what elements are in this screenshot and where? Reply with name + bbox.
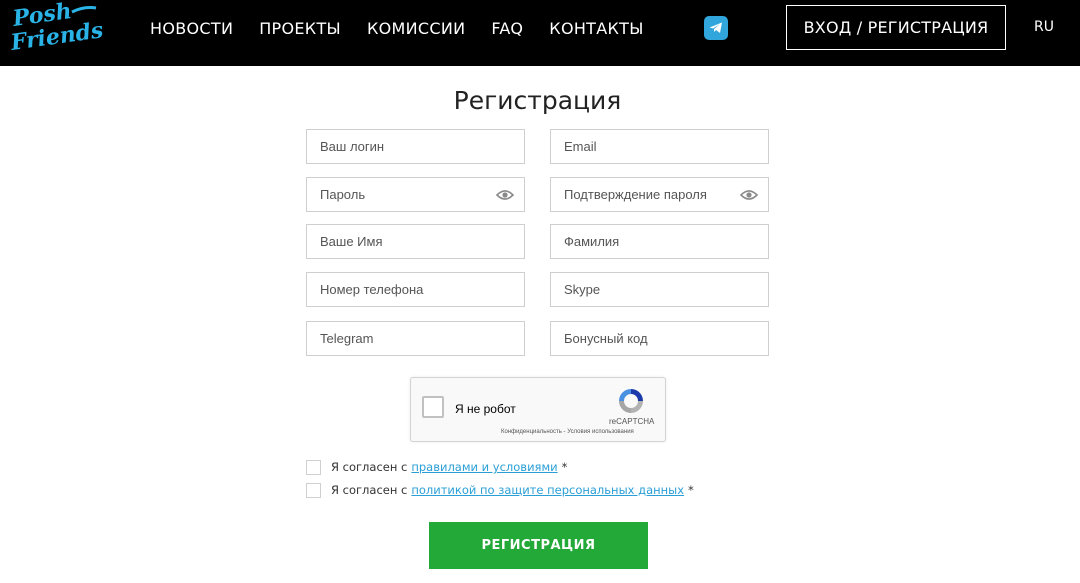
recaptcha-label: Я не робот <box>455 402 516 416</box>
main-nav: НОВОСТИ ПРОЕКТЫ КОМИССИИ FAQ КОНТАКТЫ <box>150 0 670 56</box>
recaptcha-icon <box>619 389 643 413</box>
nav-item-news[interactable]: НОВОСТИ <box>150 19 233 38</box>
privacy-checkbox[interactable] <box>306 482 321 498</box>
telegram-icon[interactable] <box>704 16 728 40</box>
bonus-code-field <box>550 321 769 356</box>
password-field <box>306 177 525 212</box>
recaptcha-links[interactable]: Конфиденциальность - Условия использован… <box>501 429 634 435</box>
phone-input[interactable] <box>307 273 524 306</box>
posh-friends-logo[interactable]: Posh Friends <box>8 0 105 58</box>
privacy-link[interactable]: политикой по защите персональных данных <box>411 483 684 497</box>
site-header: Posh Friends НОВОСТИ ПРОЕКТЫ КОМИССИИ FA… <box>0 0 1080 66</box>
password-input[interactable] <box>307 178 524 211</box>
password-confirm-field <box>550 177 769 212</box>
telegram-input[interactable] <box>307 322 524 355</box>
email-input[interactable] <box>551 130 768 163</box>
terms-text: Я согласен с <box>331 460 408 474</box>
first-name-input[interactable] <box>307 225 524 258</box>
recaptcha-widget: Я не робот reCAPTCHA Конфиденциальность … <box>410 377 666 442</box>
last-name-input[interactable] <box>551 225 768 258</box>
page-title: Регистрация <box>453 86 622 115</box>
skype-field <box>550 272 769 307</box>
telegram-plane-icon <box>709 22 722 33</box>
nav-item-faq[interactable]: FAQ <box>491 19 523 38</box>
terms-agreement: Я согласен с правилами и условиями * <box>306 459 567 475</box>
recaptcha-brand: reCAPTCHA <box>609 417 655 426</box>
bonus-code-input[interactable] <box>551 322 768 355</box>
privacy-text: Я согласен с <box>331 483 408 497</box>
skype-input[interactable] <box>551 273 768 306</box>
telegram-field <box>306 321 525 356</box>
register-submit-button[interactable]: РЕГИСТРАЦИЯ <box>429 522 648 569</box>
nav-item-projects[interactable]: ПРОЕКТЫ <box>259 19 341 38</box>
logo-mark: Posh Friends <box>8 0 105 56</box>
logo-swoosh <box>71 6 97 14</box>
login-register-button[interactable]: ВХОД / РЕГИСТРАЦИЯ <box>786 5 1006 50</box>
language-switcher[interactable]: RU <box>1034 19 1054 35</box>
login-field <box>306 129 525 164</box>
login-input[interactable] <box>307 130 524 163</box>
terms-link[interactable]: правилами и условиями <box>411 460 557 474</box>
last-name-field <box>550 224 769 259</box>
required-mark: * <box>688 483 694 497</box>
first-name-field <box>306 224 525 259</box>
password-confirm-input[interactable] <box>551 178 768 211</box>
eye-icon[interactable] <box>740 189 758 201</box>
recaptcha-checkbox[interactable] <box>422 396 444 418</box>
email-field <box>550 129 769 164</box>
eye-icon[interactable] <box>496 189 514 201</box>
required-mark: * <box>561 460 568 474</box>
terms-checkbox[interactable] <box>306 459 321 475</box>
privacy-agreement: Я согласен с политикой по защите персона… <box>306 482 694 498</box>
nav-item-commissions[interactable]: КОМИССИИ <box>367 19 465 38</box>
nav-item-contacts[interactable]: КОНТАКТЫ <box>549 19 643 38</box>
phone-field <box>306 272 525 307</box>
